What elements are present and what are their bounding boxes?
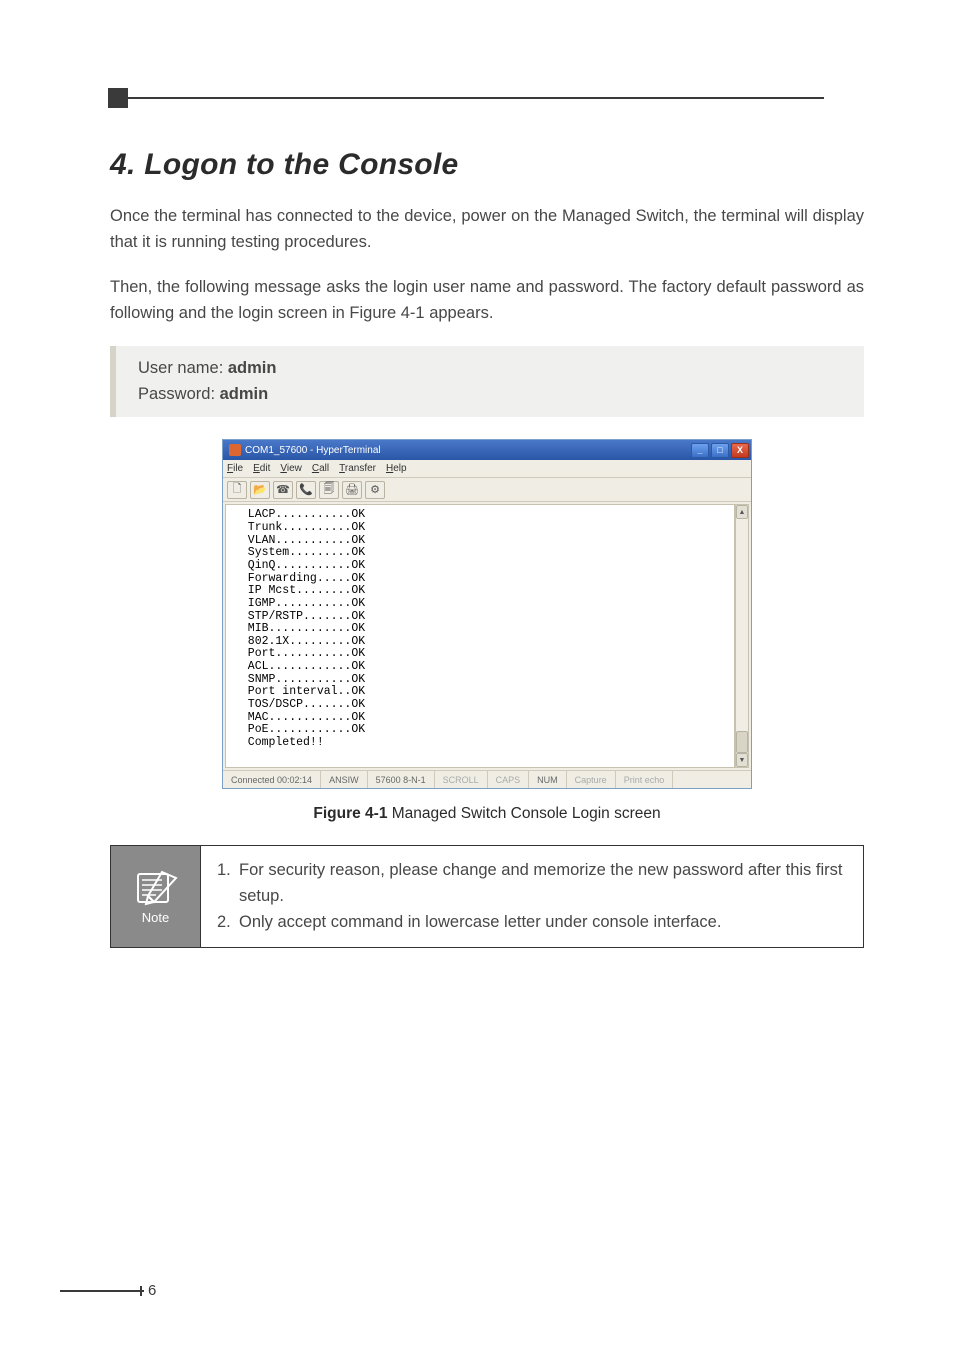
scroll-up-button[interactable]: ▲ [736,505,748,519]
status-caps: CAPS [488,771,530,788]
notepad-icon [132,868,180,908]
note-label: Note [142,910,169,925]
footer-rule [60,1290,144,1292]
note-item-1-number: 1. [217,858,239,909]
footer-tick [140,1286,142,1296]
status-baud: 57600 8-N-1 [368,771,435,788]
app-icon [229,444,241,456]
credentials-password-value: admin [220,385,269,403]
status-printecho: Print echo [616,771,674,788]
scrollbar-thumb[interactable] [736,731,748,753]
credentials-password-label: Password: [138,385,220,403]
status-capture: Capture [567,771,616,788]
page-number: 6 [148,1282,156,1299]
menu-call[interactable]: Call [312,463,329,474]
figure-caption-number: Figure 4-1 [313,805,387,822]
note-item-1: 1. For security reason, please change an… [217,858,847,909]
credentials-username-label: User name: [138,359,228,377]
toolbar-connect-button[interactable]: ☎ [273,481,293,499]
scroll-down-button[interactable]: ▼ [736,753,748,767]
note-item-2-text: Only accept command in lowercase letter … [239,910,847,936]
menu-transfer[interactable]: Transfer [339,463,376,474]
window-titlebar: COM1_57600 - HyperTerminal _ □ X [223,440,751,460]
status-emulation: ANSIW [321,771,368,788]
toolbar-call-button[interactable]: 📞 [296,481,316,499]
note-icon-cell: Note [111,846,201,948]
terminal-output[interactable]: LACP...........OK Trunk..........OK VLAN… [225,504,735,768]
credentials-box: User name: admin Password: admin [110,346,864,417]
toolbar-open-button[interactable]: 📂 [250,481,270,499]
note-item-2: 2. Only accept command in lowercase lett… [217,910,847,936]
terminal-area-container: LACP...........OK Trunk..........OK VLAN… [223,502,751,770]
credentials-password-row: Password: admin [138,382,842,408]
statusbar: Connected 00:02:14 ANSIW 57600 8-N-1 SCR… [223,770,751,788]
status-num: NUM [529,771,567,788]
maximize-button[interactable]: □ [711,443,729,458]
credentials-username-row: User name: admin [138,356,842,382]
paragraph-intro-2: Then, the following message asks the log… [110,275,864,326]
menu-edit[interactable]: Edit [253,463,270,474]
note-item-2-number: 2. [217,910,239,936]
window-title: COM1_57600 - HyperTerminal [245,445,381,456]
toolbar-config-button[interactable]: ⚙ [365,481,385,499]
close-button[interactable]: X [731,443,749,458]
menu-help[interactable]: Help [386,463,407,474]
paragraph-intro-1: Once the terminal has connected to the d… [110,204,864,255]
page-top-rule [128,97,824,99]
toolbar-new-button[interactable]: 🗋 [227,481,247,499]
hyperterminal-window: COM1_57600 - HyperTerminal _ □ X File Ed… [222,439,752,789]
toolbar-properties-button[interactable]: 🗐 [319,481,339,499]
minimize-button[interactable]: _ [691,443,709,458]
note-box: Note 1. For security reason, please chan… [110,845,864,948]
figure-caption: Figure 4-1 Managed Switch Console Login … [110,805,864,823]
status-scroll: SCROLL [435,771,488,788]
scrollbar-track[interactable] [736,519,748,753]
section-heading: 4. Logon to the Console [110,148,864,182]
vertical-scrollbar[interactable]: ▲ ▼ [735,504,749,768]
status-connected: Connected 00:02:14 [223,771,321,788]
menubar: File Edit View Call Transfer Help [223,460,751,478]
note-text-cell: 1. For security reason, please change an… [201,846,864,948]
note-item-1-text: For security reason, please change and m… [239,858,847,909]
figure-caption-text: Managed Switch Console Login screen [387,805,660,822]
credentials-username-value: admin [228,359,277,377]
menu-view[interactable]: View [280,463,302,474]
menu-file[interactable]: File [227,463,243,474]
toolbar: 🗋 📂 ☎ 📞 🗐 🖨 ⚙ [223,478,751,502]
page-corner-marker [108,88,128,108]
toolbar-hangup-button[interactable]: 🖨 [342,481,362,499]
